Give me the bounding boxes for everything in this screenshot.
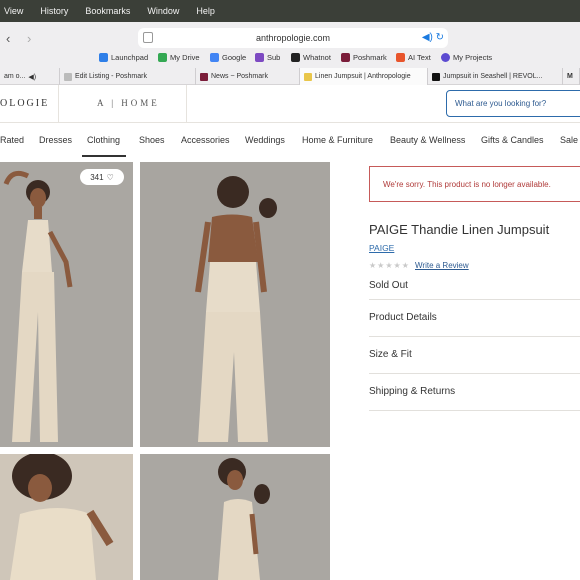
nav-beauty-wellness[interactable]: Beauty & Wellness bbox=[390, 135, 465, 145]
bookmark-my-projects[interactable]: My Projects bbox=[441, 53, 492, 62]
bookmark-label: My Projects bbox=[453, 53, 493, 62]
tab-edit-listing[interactable]: Edit Listing - Poshmark bbox=[60, 68, 196, 85]
bookmark-my-drive[interactable]: My Drive bbox=[158, 53, 200, 62]
menu-window[interactable]: Window bbox=[147, 6, 179, 16]
tab-news-poshmark[interactable]: News ~ Poshmark bbox=[196, 68, 300, 85]
nav-gifts-candles[interactable]: Gifts & Candles bbox=[481, 135, 544, 145]
product-photo-detail[interactable] bbox=[0, 454, 133, 580]
nav-accessories[interactable]: Accessories bbox=[181, 135, 230, 145]
bookmark-label: Sub bbox=[267, 53, 281, 62]
poshmark-tab-icon bbox=[64, 72, 72, 81]
divider bbox=[369, 336, 580, 337]
product-photo-side[interactable] bbox=[140, 454, 330, 580]
bookmark-ai-text[interactable]: AI Text bbox=[396, 53, 431, 62]
divider bbox=[369, 373, 580, 374]
home-link[interactable]: A | HOME bbox=[97, 98, 160, 108]
speaker-icon[interactable]: ◀) bbox=[28, 73, 36, 81]
tab-label: Linen Jumpsuit | Anthropologie bbox=[315, 73, 411, 80]
likes-count: 341 bbox=[90, 172, 104, 182]
model-front-illustration bbox=[0, 162, 133, 447]
bookmark-label: Google bbox=[222, 53, 247, 62]
menu-help[interactable]: Help bbox=[196, 6, 215, 16]
divider bbox=[186, 85, 187, 123]
rating-stars: ★★★★★ bbox=[369, 261, 410, 270]
sub-icon bbox=[255, 53, 264, 62]
bookmark-label: Poshmark bbox=[353, 53, 387, 62]
anthropologie-tab-icon bbox=[304, 72, 312, 81]
bookmark-whatnot[interactable]: Whatnot bbox=[291, 53, 331, 62]
browser-chrome: ‹ › anthropologie.com ◀) ↻ Launchpad My … bbox=[0, 22, 580, 85]
bookmark-label: My Drive bbox=[170, 53, 200, 62]
shipping-returns-accordion[interactable]: Shipping & Returns bbox=[369, 386, 455, 397]
tab-bar: am o... ◀) Edit Listing - Poshmark News ~… bbox=[0, 68, 580, 85]
tab-poshmark-1[interactable]: am o... ◀) bbox=[0, 68, 60, 85]
bookmark-label: AI Text bbox=[408, 53, 431, 62]
likes-badge[interactable]: 341 ♡ bbox=[80, 169, 124, 185]
tab-anthropologie[interactable]: Linen Jumpsuit | Anthropologie bbox=[300, 68, 428, 85]
bookmark-label: Launchpad bbox=[111, 53, 149, 62]
google-icon bbox=[210, 53, 219, 62]
tab-revolve[interactable]: Jumpsuit in Seashell | REVOL... bbox=[428, 68, 563, 85]
poshmark-icon bbox=[341, 53, 350, 62]
divider bbox=[58, 85, 59, 123]
tab-label: News ~ Poshmark bbox=[211, 73, 268, 80]
bookmarks-bar: Launchpad My Drive Google Sub Whatnot Po… bbox=[0, 53, 580, 67]
model-back-illustration bbox=[140, 162, 330, 447]
menu-history[interactable]: History bbox=[40, 6, 68, 16]
audio-icon[interactable]: ◀) ↻ bbox=[422, 32, 444, 43]
launchpad-icon bbox=[99, 53, 108, 62]
tab-label: Edit Listing - Poshmark bbox=[75, 73, 147, 80]
category-nav: Rated Dresses Clothing Shoes Accessories… bbox=[0, 123, 580, 158]
back-icon[interactable]: ‹ bbox=[6, 31, 10, 46]
drive-icon bbox=[158, 53, 167, 62]
bookmark-google[interactable]: Google bbox=[210, 53, 246, 62]
ai-text-icon bbox=[396, 53, 405, 62]
search-input[interactable]: What are you looking for? bbox=[446, 90, 580, 117]
tab-label: Jumpsuit in Seashell | REVOL... bbox=[443, 73, 543, 80]
page-icon bbox=[143, 32, 153, 43]
bookmark-label: Whatnot bbox=[303, 53, 331, 62]
divider bbox=[369, 410, 580, 411]
nav-dresses[interactable]: Dresses bbox=[39, 135, 72, 145]
nav-top-rated[interactable]: Rated bbox=[0, 135, 24, 145]
menu-bar: View History Bookmarks Window Help bbox=[0, 0, 580, 22]
bookmark-sub[interactable]: Sub bbox=[255, 53, 280, 62]
model-detail-illustration bbox=[0, 454, 133, 580]
active-nav-underline bbox=[82, 155, 126, 157]
revolve-tab-icon bbox=[432, 72, 440, 81]
nav-clothing[interactable]: Clothing bbox=[87, 135, 120, 145]
nav-sale[interactable]: Sale bbox=[560, 135, 578, 145]
divider bbox=[369, 299, 580, 300]
product-title: PAIGE Thandie Linen Jumpsuit bbox=[369, 222, 550, 237]
brand-link[interactable]: PAIGE bbox=[369, 243, 394, 253]
heart-icon[interactable]: ♡ bbox=[107, 173, 114, 182]
model-side-illustration bbox=[140, 454, 330, 580]
product-photo-front[interactable] bbox=[0, 162, 133, 447]
stock-status: Sold Out bbox=[369, 280, 408, 291]
size-fit-accordion[interactable]: Size & Fit bbox=[369, 349, 412, 360]
poshmark-tab-icon bbox=[200, 72, 208, 81]
product-details-accordion[interactable]: Product Details bbox=[369, 312, 437, 323]
tab-overflow[interactable]: M bbox=[563, 68, 580, 85]
tab-label: am o... bbox=[4, 73, 26, 80]
tab-label: M bbox=[567, 73, 573, 80]
product-photo-back[interactable] bbox=[140, 162, 330, 447]
bookmark-launchpad[interactable]: Launchpad bbox=[99, 53, 148, 62]
address-bar[interactable]: anthropologie.com ◀) ↻ bbox=[138, 28, 448, 48]
site-logo[interactable]: OLOGIE bbox=[0, 98, 49, 109]
nav-home-furniture[interactable]: Home & Furniture bbox=[302, 135, 373, 145]
projects-icon bbox=[441, 53, 450, 62]
whatnot-icon bbox=[291, 53, 300, 62]
bookmark-poshmark[interactable]: Poshmark bbox=[341, 53, 387, 62]
forward-icon[interactable]: › bbox=[27, 31, 31, 46]
nav-shoes[interactable]: Shoes bbox=[139, 135, 165, 145]
site-header: OLOGIE A | HOME What are you looking for… bbox=[0, 85, 580, 123]
menu-bookmarks[interactable]: Bookmarks bbox=[85, 6, 130, 16]
unavailable-notice: We're sorry. This product is no longer a… bbox=[369, 166, 580, 202]
nav-weddings[interactable]: Weddings bbox=[245, 135, 285, 145]
write-review-link[interactable]: Write a Review bbox=[415, 261, 469, 270]
menu-view[interactable]: View bbox=[4, 6, 23, 16]
url-text: anthropologie.com bbox=[255, 33, 331, 43]
